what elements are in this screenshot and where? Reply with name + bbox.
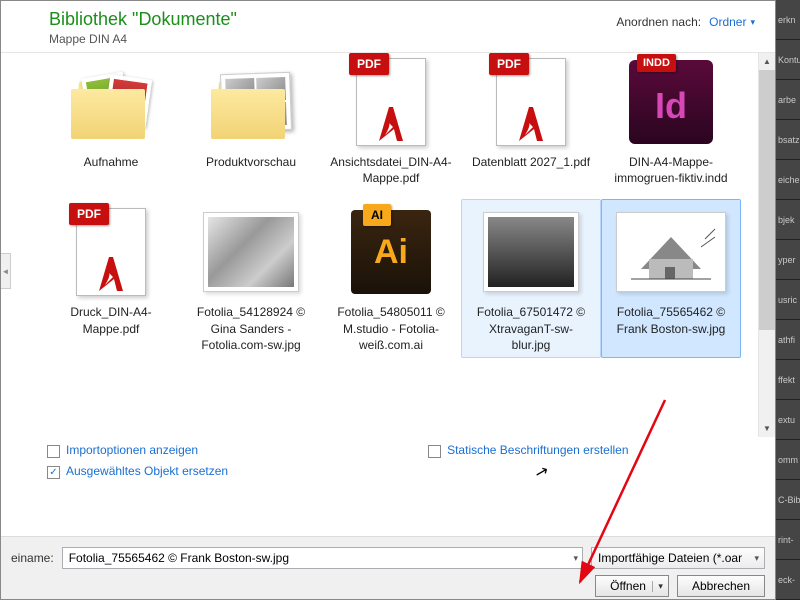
library-title: Bibliothek "Dokumente" (49, 9, 237, 30)
scroll-thumb[interactable] (759, 70, 775, 330)
ai-glyph: Ai (374, 233, 408, 272)
file-item-image[interactable]: Fotolia_67501472 © XtravaganT-sw-blur.jp… (461, 199, 601, 358)
folder-icon (67, 67, 155, 137)
side-tab[interactable]: ffekt (776, 360, 800, 400)
checkbox-import-options[interactable]: Importoptionen anzeigen (47, 443, 228, 458)
options-row: Importoptionen anzeigen ✓ Ausgewähltes O… (1, 437, 775, 479)
arrange-by-label: Anordnen nach: (616, 15, 701, 29)
checkbox-label: Importoptionen anzeigen (66, 443, 198, 457)
file-list-area: ◄ Aufnahme (1, 52, 775, 437)
pdf-icon: PDF (76, 208, 146, 296)
side-tab[interactable]: rint- (776, 520, 800, 560)
file-item-ai[interactable]: AI Ai Fotolia_54805011 © M.studio - Foto… (321, 199, 461, 358)
file-open-dialog: Bibliothek "Dokumente" Mappe DIN A4 Anor… (0, 0, 776, 600)
filename-value: Fotolia_75565462 © Frank Boston-sw.jpg (69, 551, 289, 565)
cancel-button[interactable]: Abbrechen (677, 575, 765, 597)
checkbox-icon-checked[interactable]: ✓ (47, 466, 60, 479)
file-item-pdf[interactable]: PDF Ansichtsdatei_DIN-A4-Mappe.pdf (321, 52, 461, 191)
file-item-pdf[interactable]: PDF Druck_DIN-A4-Mappe.pdf (41, 199, 181, 358)
filename-input[interactable]: Fotolia_75565462 © Frank Boston-sw.jpg (62, 547, 583, 569)
checkbox-static-captions[interactable]: Statische Beschriftungen erstellen (428, 443, 628, 458)
pdf-badge: PDF (69, 203, 109, 225)
scroll-down-icon[interactable]: ▼ (759, 420, 775, 437)
arrange-by-dropdown[interactable]: Ordner (709, 15, 755, 29)
file-item-image-selected[interactable]: Fotolia_75565462 © Frank Boston-sw.jpg (601, 199, 741, 358)
side-tab[interactable]: eck- (776, 560, 800, 600)
file-label: Fotolia_75565462 © Frank Boston-sw.jpg (606, 304, 736, 336)
side-tab[interactable]: yper (776, 240, 800, 280)
side-tab[interactable]: athfi (776, 320, 800, 360)
side-tab[interactable]: arbe (776, 80, 800, 120)
indesign-icon: INDD Id (629, 60, 713, 144)
side-tab[interactable]: extu (776, 400, 800, 440)
file-item-image[interactable]: Fotolia_54128924 © Gina Sanders - Fotoli… (181, 199, 321, 358)
pdf-badge: PDF (349, 53, 389, 75)
bottom-bar: einame: Fotolia_75565462 © Frank Boston-… (1, 536, 775, 599)
side-tab[interactable]: omm (776, 440, 800, 480)
file-label: DIN-A4-Mappe-immogruen-fiktiv.indd (606, 154, 736, 186)
ai-badge: AI (363, 204, 391, 226)
file-item-pdf[interactable]: PDF Datenblatt 2027_1.pdf (461, 52, 601, 191)
illustrator-icon: AI Ai (351, 210, 431, 294)
dialog-header: Bibliothek "Dokumente" Mappe DIN A4 Anor… (1, 1, 775, 52)
open-button[interactable]: Öffnen (595, 575, 669, 597)
file-type-filter[interactable]: Importfähige Dateien (*.oar (591, 547, 765, 569)
checkbox-label: Statische Beschriftungen erstellen (447, 443, 628, 457)
image-thumbnail (616, 212, 726, 292)
app-side-panel-stack: erkn Kontu arbe bsatz eiche bjek yper us… (776, 0, 800, 600)
pdf-icon: PDF (356, 58, 426, 146)
image-thumbnail (203, 212, 299, 292)
file-label: Ansichtsdatei_DIN-A4-Mappe.pdf (326, 154, 456, 186)
file-scrollbar[interactable]: ▲ ▼ (758, 53, 775, 437)
checkbox-label: Ausgewähltes Objekt ersetzen (66, 464, 228, 478)
side-tab[interactable]: Kontu (776, 40, 800, 80)
side-tab[interactable]: erkn (776, 0, 800, 40)
folder-item[interactable]: Produktvorschau (181, 52, 321, 191)
pdf-badge: PDF (489, 53, 529, 75)
indd-glyph: Id (655, 85, 687, 127)
filter-value: Importfähige Dateien (*.oar (598, 551, 742, 565)
side-tab[interactable]: C-Bib (776, 480, 800, 520)
file-label: Fotolia_67501472 © XtravaganT-sw-blur.jp… (466, 304, 596, 353)
file-label: Fotolia_54128924 © Gina Sanders - Fotoli… (186, 304, 316, 353)
indd-badge: INDD (637, 54, 676, 72)
folder-icon (207, 67, 295, 137)
scroll-up-icon[interactable]: ▲ (759, 53, 775, 70)
side-tab[interactable]: bjek (776, 200, 800, 240)
pdf-icon: PDF (496, 58, 566, 146)
left-collapse-handle[interactable]: ◄ (1, 253, 11, 289)
file-item-indd[interactable]: INDD Id DIN-A4-Mappe-immogruen-fiktiv.in… (601, 52, 741, 191)
side-tab[interactable]: eiche (776, 160, 800, 200)
file-label: Datenblatt 2027_1.pdf (466, 154, 596, 170)
checkbox-icon[interactable] (428, 445, 441, 458)
side-tab[interactable]: bsatz (776, 120, 800, 160)
filename-label: einame: (11, 551, 54, 565)
file-label: Aufnahme (46, 154, 176, 170)
library-subtitle: Mappe DIN A4 (49, 32, 237, 46)
checkbox-replace-selected[interactable]: ✓ Ausgewähltes Objekt ersetzen (47, 464, 228, 479)
checkbox-icon[interactable] (47, 445, 60, 458)
file-label: Produktvorschau (186, 154, 316, 170)
file-label: Druck_DIN-A4-Mappe.pdf (46, 304, 176, 336)
file-grid: Aufnahme Produktvorschau PDF (1, 52, 775, 362)
folder-item[interactable]: Aufnahme (41, 52, 181, 191)
side-tab[interactable]: usric (776, 280, 800, 320)
file-label: Fotolia_54805011 © M.studio - Fotolia-we… (326, 304, 456, 353)
image-thumbnail (483, 212, 579, 292)
